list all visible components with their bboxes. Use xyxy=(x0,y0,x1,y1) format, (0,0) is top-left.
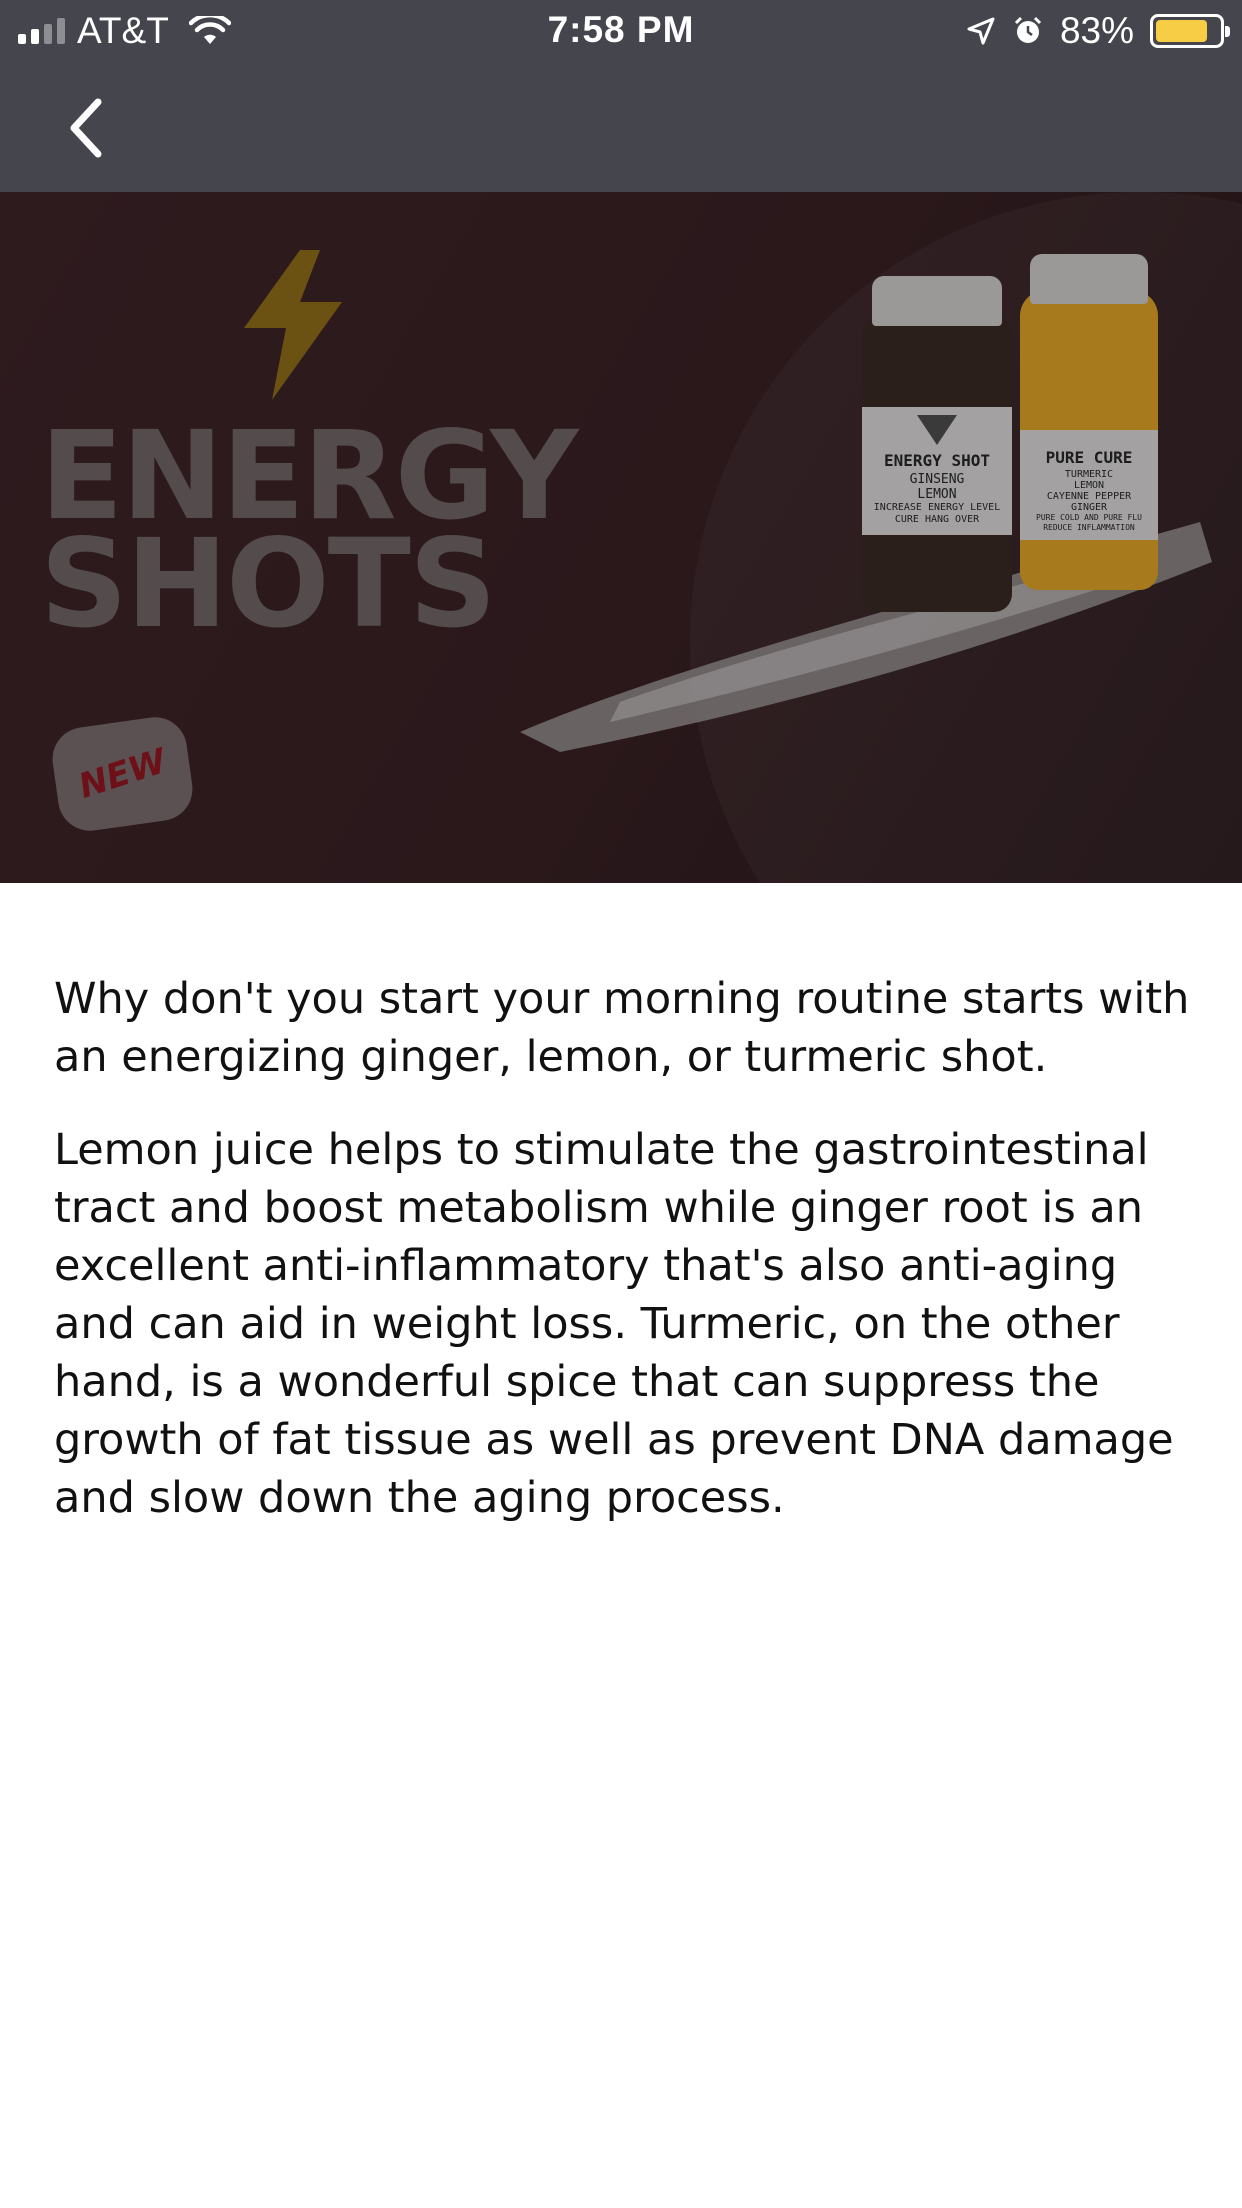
new-badge: NEW xyxy=(48,713,197,835)
status-bar: AT&T 7:58 PM 83% xyxy=(0,0,1242,62)
alarm-icon xyxy=(1014,16,1041,43)
article-paragraph: Lemon juice helps to stimulate the gastr… xyxy=(54,1125,1174,1523)
hero-banner-image: ENERGY SHOTS NEW ENERGY SHOT GINSENG LEM… xyxy=(0,192,1242,883)
bottle-cap xyxy=(872,276,1002,326)
bottle-benefit: REDUCE INFLAMMATION xyxy=(1043,523,1135,532)
battery-icon xyxy=(1150,14,1230,48)
energy-shot-bottle: ENERGY SHOT GINSENG LEMON INCREASE ENERG… xyxy=(862,276,1012,612)
bottle-name: PURE CURE xyxy=(1045,448,1133,467)
bottle-benefit: CURE HANG OVER xyxy=(894,514,980,525)
bottle-ingredient: CAYENNE PEPPER xyxy=(1046,491,1132,502)
bottle-ingredient: GINGER xyxy=(1070,502,1108,513)
chevron-left-icon xyxy=(70,98,102,158)
bottle-label: ENERGY SHOT GINSENG LEMON INCREASE ENERG… xyxy=(862,407,1012,535)
article-body: Why don't you start your morning routine… xyxy=(54,970,1194,1562)
bottle-label: PURE CURE TURMERIC LEMON CAYENNE PEPPER … xyxy=(1020,430,1158,540)
top-bar: AT&T 7:58 PM 83% xyxy=(0,0,1242,192)
back-button[interactable] xyxy=(56,88,116,168)
pure-cure-bottle: PURE CURE TURMERIC LEMON CAYENNE PEPPER … xyxy=(1020,254,1158,590)
bottle-ingredient: LEMON xyxy=(917,487,957,502)
bottle-name: ENERGY SHOT xyxy=(884,451,990,470)
battery-percent: 83% xyxy=(1059,10,1134,51)
location-arrow-icon xyxy=(967,17,995,45)
hero-headline: ENERGY SHOTS xyxy=(40,405,579,655)
bottle-cap xyxy=(1030,254,1148,304)
lightning-bolt-icon xyxy=(244,250,342,400)
bottle-ingredient: GINSENG xyxy=(909,472,965,487)
bottle-ingredient: LEMON xyxy=(1073,480,1105,491)
bottle-ingredient: TURMERIC xyxy=(1064,469,1114,480)
battery-fill xyxy=(1156,20,1208,42)
article-paragraph: Why don't you start your morning routine… xyxy=(54,974,1190,1082)
bottle-benefit: PURE COLD AND PURE FLU xyxy=(1036,513,1142,522)
bottle-benefit: INCREASE ENERGY LEVEL xyxy=(873,502,1001,513)
new-badge-label: NEW xyxy=(73,741,172,807)
brand-logo-icon xyxy=(917,415,957,445)
